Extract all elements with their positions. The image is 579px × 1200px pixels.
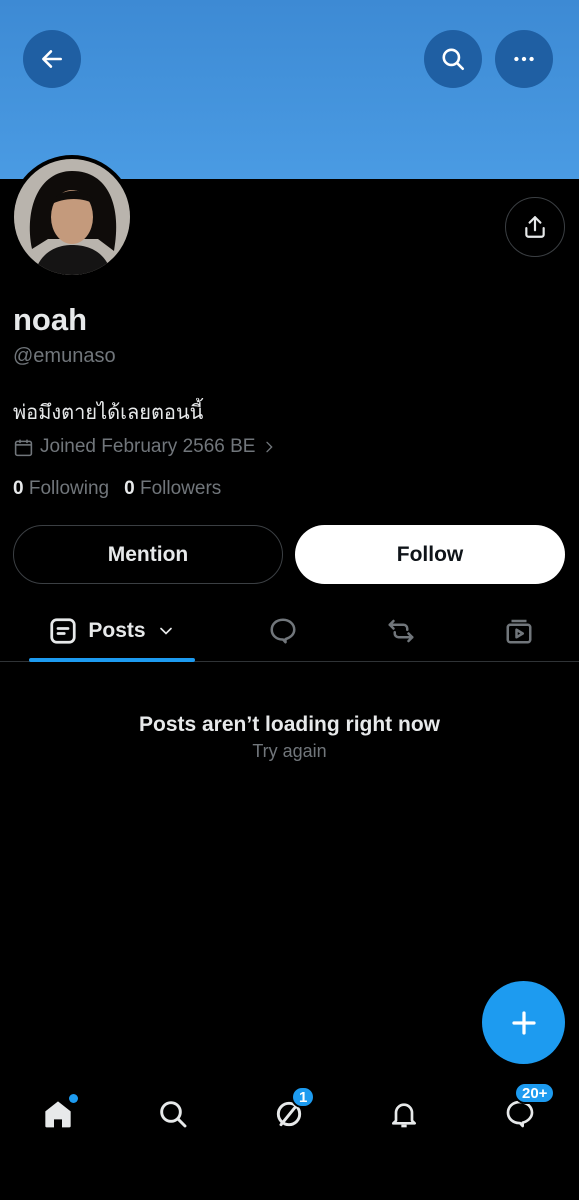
nav-search[interactable] bbox=[151, 1092, 195, 1136]
search-icon bbox=[160, 1101, 187, 1128]
chat-badge: 20+ bbox=[514, 1082, 556, 1104]
feed-error-title: Posts aren’t loading right now bbox=[138, 713, 440, 736]
tab-media[interactable] bbox=[496, 600, 542, 661]
tab-replies[interactable] bbox=[260, 600, 306, 661]
avatar-image bbox=[14, 159, 130, 275]
tab-reposts[interactable] bbox=[378, 600, 424, 661]
profile-banner bbox=[0, 0, 579, 179]
search-icon bbox=[442, 48, 465, 71]
tab-posts[interactable]: Posts bbox=[29, 600, 195, 662]
chevron-right-icon bbox=[266, 441, 274, 453]
profile-bio: พ่อมึงตายได้เลยตอนนี้ bbox=[13, 400, 204, 424]
avatar-photo-icon bbox=[14, 159, 130, 275]
followers-link[interactable]: 0 Followers bbox=[124, 478, 221, 500]
more-horizontal-icon bbox=[514, 56, 534, 62]
compose-button[interactable] bbox=[482, 981, 565, 1064]
arrow-left-icon bbox=[42, 50, 62, 68]
joined-date[interactable]: Joined February 2566 BE bbox=[13, 436, 277, 458]
follow-button[interactable]: Follow bbox=[295, 525, 565, 584]
search-button[interactable] bbox=[424, 30, 482, 88]
share-button[interactable] bbox=[505, 197, 565, 257]
nav-grok[interactable]: 1 bbox=[267, 1086, 316, 1136]
bell-icon bbox=[392, 1103, 416, 1128]
profile-tabs: Posts bbox=[0, 600, 579, 662]
following-label: Following bbox=[28, 478, 110, 499]
joined-label: Joined February 2566 BE bbox=[40, 436, 256, 457]
followers-count: 0 bbox=[124, 478, 135, 499]
posts-icon bbox=[50, 617, 77, 644]
chevron-down-icon bbox=[159, 627, 172, 635]
back-button[interactable] bbox=[23, 30, 81, 88]
plus-icon bbox=[511, 1010, 536, 1035]
messages-badge: 1 bbox=[291, 1086, 316, 1108]
following-link[interactable]: 0 Following bbox=[13, 478, 109, 500]
nav-messages[interactable]: 20+ bbox=[498, 1082, 556, 1136]
profile-name: noah bbox=[13, 302, 88, 337]
bottom-nav: 1 20+ bbox=[0, 1080, 579, 1150]
avatar[interactable] bbox=[10, 155, 134, 279]
reply-icon bbox=[270, 618, 296, 643]
active-tab-indicator bbox=[29, 658, 195, 662]
media-icon bbox=[506, 619, 532, 643]
follow-stats: 0 Following 0 Followers bbox=[13, 478, 221, 500]
home-notification-dot bbox=[69, 1094, 78, 1103]
calendar-icon bbox=[14, 439, 33, 456]
share-icon bbox=[525, 216, 545, 238]
nav-home[interactable] bbox=[36, 1092, 80, 1136]
following-count: 0 bbox=[13, 478, 24, 499]
repost-icon bbox=[388, 619, 414, 642]
more-button[interactable] bbox=[495, 30, 553, 88]
nav-notifications[interactable] bbox=[382, 1092, 426, 1136]
tab-posts-label: Posts bbox=[88, 618, 146, 642]
home-icon bbox=[45, 1101, 71, 1128]
profile-handle: @emunaso bbox=[13, 345, 116, 367]
mention-button[interactable]: Mention bbox=[13, 525, 283, 584]
followers-label: Followers bbox=[139, 478, 222, 499]
try-again-link[interactable]: Try again bbox=[0, 741, 579, 762]
